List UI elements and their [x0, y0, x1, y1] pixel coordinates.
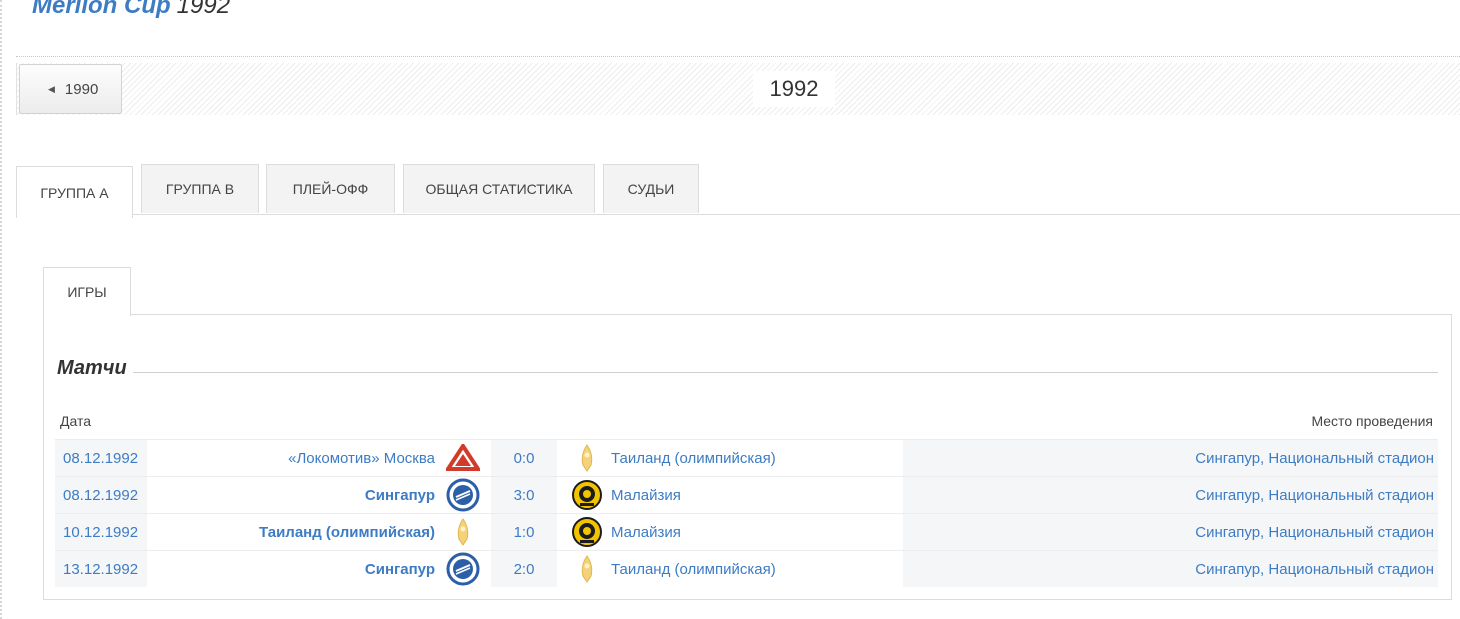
- away-team: Таиланд (олимпийская): [611, 551, 901, 587]
- arrow-left-icon: ◀: [48, 83, 55, 94]
- divider: [16, 56, 1460, 57]
- season-navigator: ◀ 1990 1992: [16, 63, 1460, 115]
- home-team-link[interactable]: Сингапур: [365, 561, 435, 578]
- thailand-crest-icon[interactable]: [569, 440, 605, 476]
- venue-link[interactable]: Сингапур, Национальный стадион: [1195, 524, 1434, 541]
- group-tabs: ГРУППА А ГРУППА В ПЛЕЙ-ОФФ ОБЩАЯ СТАТИСТ…: [16, 164, 1460, 218]
- match-date-link[interactable]: 13.12.1992: [63, 561, 138, 578]
- match-score: 3:0: [491, 477, 557, 513]
- column-header-date: Дата: [60, 413, 92, 429]
- away-team: Таиланд (олимпийская): [611, 440, 901, 476]
- matches-box: Матчи Дата Место проведения 08.12.1992 «…: [43, 315, 1452, 600]
- match-venue: Сингапур, Национальный стадион: [903, 551, 1438, 587]
- away-team-link[interactable]: Малайзия: [611, 487, 681, 504]
- away-team-link[interactable]: Таиланд (олимпийская): [611, 450, 776, 467]
- matches-table: 08.12.1992 «Локомотив» Москва 0:0 Таилан…: [55, 439, 1438, 587]
- tab-games[interactable]: ИГРЫ: [43, 267, 131, 316]
- tournament-year: 1992: [176, 0, 231, 19]
- home-team-link[interactable]: Таиланд (олимпийская): [259, 524, 435, 541]
- match-date-link[interactable]: 08.12.1992: [63, 487, 138, 504]
- venue-link[interactable]: Сингапур, Национальный стадион: [1195, 561, 1434, 578]
- home-team: Сингапур: [147, 551, 481, 587]
- table-row: 08.12.1992 Сингапур 3:0 Малайзия Сингапу…: [55, 476, 1438, 513]
- table-row: 10.12.1992 Таиланд (олимпийская) 1:0 Мал…: [55, 513, 1438, 550]
- prev-season-label: 1990: [64, 80, 99, 98]
- away-team: Малайзия: [611, 514, 901, 550]
- home-team: «Локомотив» Москва: [147, 440, 481, 476]
- page-title: Merlion Cup 1992: [32, 0, 230, 20]
- lokomotiv-logo-icon[interactable]: [445, 440, 481, 476]
- prev-season-button[interactable]: ◀ 1990: [19, 64, 122, 114]
- match-venue: Сингапур, Национальный стадион: [903, 514, 1438, 550]
- match-score-link[interactable]: 3:0: [514, 487, 535, 504]
- match-score-link[interactable]: 2:0: [514, 561, 535, 578]
- tab-group-a[interactable]: ГРУППА А: [16, 166, 133, 218]
- match-date: 08.12.1992: [55, 477, 147, 513]
- match-date-link[interactable]: 08.12.1992: [63, 450, 138, 467]
- match-venue: Сингапур, Национальный стадион: [903, 477, 1438, 513]
- page: Merlion Cup 1992 ◀ 1990 1992 ГРУППА А ГРУ…: [0, 0, 1460, 619]
- match-date: 13.12.1992: [55, 551, 147, 587]
- away-team-link[interactable]: Таиланд (олимпийская): [611, 561, 776, 578]
- singapore-crest-icon[interactable]: [445, 551, 481, 587]
- thailand-crest-icon[interactable]: [569, 551, 605, 587]
- tab-playoff[interactable]: ПЛЕЙ-ОФФ: [266, 164, 395, 213]
- group-panel: ИГРЫ Матчи Дата Место проведения 08.12.1…: [43, 267, 1452, 601]
- match-score: 1:0: [491, 514, 557, 550]
- singapore-crest-icon[interactable]: [445, 477, 481, 513]
- section-divider: [124, 372, 1438, 373]
- tab-overall-stats[interactable]: ОБЩАЯ СТАТИСТИКА: [403, 164, 595, 213]
- current-season: 1992: [753, 71, 835, 107]
- malaysia-crest-icon[interactable]: [569, 477, 605, 513]
- column-header-place: Место проведения: [1311, 413, 1433, 429]
- match-date: 10.12.1992: [55, 514, 147, 550]
- away-team-link[interactable]: Малайзия: [611, 524, 681, 541]
- match-score-link[interactable]: 0:0: [514, 450, 535, 467]
- home-team-link[interactable]: «Локомотив» Москва: [288, 450, 435, 467]
- away-team: Малайзия: [611, 477, 901, 513]
- match-date: 08.12.1992: [55, 440, 147, 476]
- tab-referees[interactable]: СУДЬИ: [603, 164, 699, 213]
- match-date-link[interactable]: 10.12.1992: [63, 524, 138, 541]
- thailand-crest-icon[interactable]: [445, 514, 481, 550]
- section-title: Матчи: [57, 357, 133, 380]
- match-score: 0:0: [491, 440, 557, 476]
- sub-tabs: ИГРЫ: [43, 267, 1452, 316]
- match-score: 2:0: [491, 551, 557, 587]
- venue-link[interactable]: Сингапур, Национальный стадион: [1195, 487, 1434, 504]
- malaysia-crest-icon[interactable]: [569, 514, 605, 550]
- match-score-link[interactable]: 1:0: [514, 524, 535, 541]
- home-team: Сингапур: [147, 477, 481, 513]
- table-row: 08.12.1992 «Локомотив» Москва 0:0 Таилан…: [55, 439, 1438, 476]
- home-team-link[interactable]: Сингапур: [365, 487, 435, 504]
- tournament-link[interactable]: Merlion Cup: [32, 0, 171, 19]
- tab-group-b[interactable]: ГРУППА В: [141, 164, 259, 213]
- match-venue: Сингапур, Национальный стадион: [903, 440, 1438, 476]
- venue-link[interactable]: Сингапур, Национальный стадион: [1195, 450, 1434, 467]
- table-row: 13.12.1992 Сингапур 2:0 Таиланд (олимпий…: [55, 550, 1438, 587]
- home-team: Таиланд (олимпийская): [147, 514, 481, 550]
